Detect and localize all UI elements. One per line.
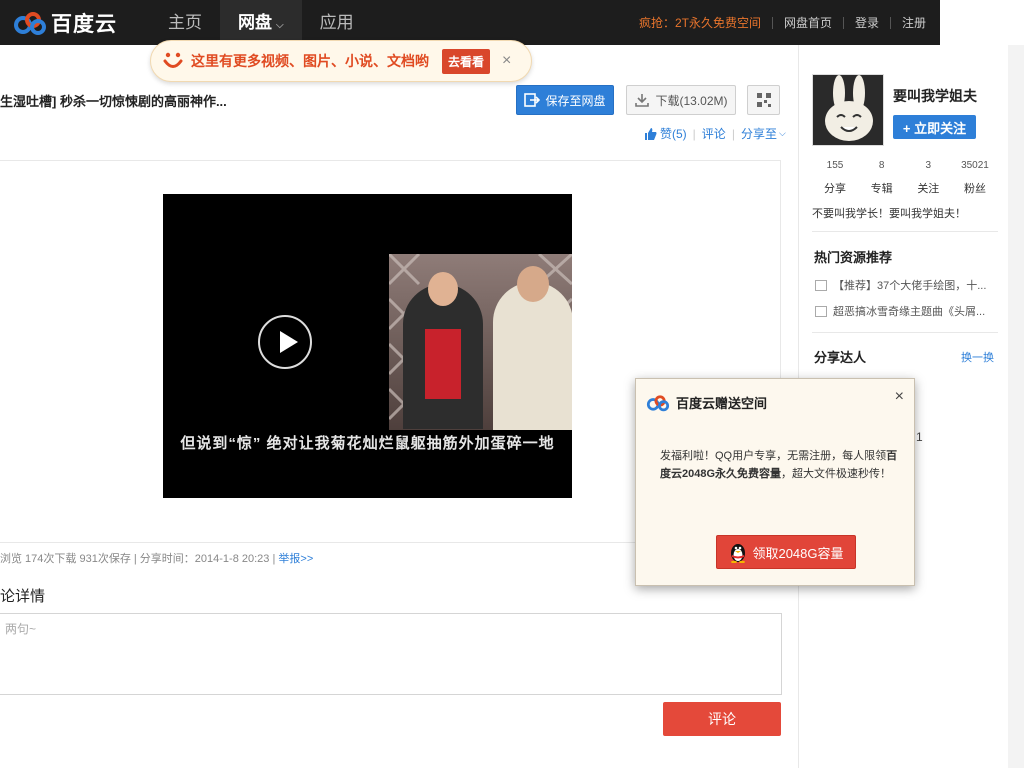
count-albums[interactable]: 8 专辑: [859, 160, 905, 196]
count-label: 关注: [917, 183, 940, 195]
divider: [812, 332, 998, 333]
count-shares[interactable]: 155 分享: [812, 160, 858, 196]
play-icon[interactable]: [258, 315, 312, 369]
like-button[interactable]: 赞(5): [660, 125, 687, 142]
video-person-right: [493, 266, 572, 430]
file-title: 生湿吐槽] 秒杀一切惊悚剧的高丽神作...: [0, 94, 227, 109]
dialog-header: 百度云赠送空间: [646, 393, 767, 412]
divider: [889, 16, 891, 29]
video-player[interactable]: 但说到“惊” 绝对让我菊花灿烂鼠躯抽筋外加蛋碎一地: [163, 194, 572, 498]
tip-bubble: 这里有更多视频、图片、小说、文档哟 去看看 ×: [150, 40, 532, 82]
hot-resource-label: 【推荐】37个大佬手绘图，十...: [833, 280, 987, 292]
dialog-text: ，超大文件极速秒传！: [781, 468, 892, 480]
video-subtitle: 但说到“惊” 绝对让我菊花灿烂鼠躯抽筋外加蛋碎一地: [180, 435, 555, 452]
tip-text: 这里有更多视频、图片、小说、文档哟: [191, 53, 429, 69]
dialog-body: 发福利啦！QQ用户专享，无需注册，每人限领百度云2048G永久免费容量，超大文件…: [660, 447, 900, 483]
count-label: 专辑: [870, 183, 893, 195]
qrcode-button[interactable]: [747, 85, 780, 115]
page-gutter: [1008, 45, 1024, 768]
nav-label: 网盘: [238, 13, 272, 32]
divider: [771, 16, 773, 29]
video-person-left: [403, 272, 483, 429]
submit-comment-button[interactable]: 评论: [663, 702, 781, 736]
count-fans[interactable]: 35021 粉丝: [952, 160, 998, 196]
logo-text: 百度云: [51, 13, 117, 36]
comment-link[interactable]: 评论: [702, 125, 726, 142]
count-number: 155: [826, 160, 844, 171]
smile-icon: [163, 52, 183, 68]
hot-resources-title: 热门资源推荐: [814, 250, 893, 265]
refresh-link[interactable]: 换一换: [961, 349, 994, 365]
document-icon: [815, 305, 827, 317]
claim-label: 领取2048G容量: [752, 545, 844, 561]
cloud-logo-icon: [646, 394, 670, 411]
gift-space-dialog: 百度云赠送空间 × 发福利啦！QQ用户专享，无需注册，每人限领百度云2048G永…: [635, 378, 915, 586]
netdisk-home-link[interactable]: 网盘首页: [784, 14, 832, 31]
file-stats: 浏览 174次下载 931次保存 | 分享时间：2014-1-8 20:23 |…: [0, 550, 313, 566]
divider: [842, 16, 844, 29]
login-link[interactable]: 登录: [855, 14, 879, 31]
go-see-button[interactable]: 去看看: [442, 48, 491, 74]
user-name[interactable]: 要叫我学姐夫: [893, 86, 977, 106]
count-following[interactable]: 3 关注: [905, 160, 951, 196]
baidu-cloud-logo[interactable]: 百度云: [13, 8, 117, 38]
divider: [812, 231, 998, 232]
claim-space-button[interactable]: 领取2048G容量: [716, 535, 856, 569]
hot-resource-label: 超恶搞冰雪奇缘主题曲《头屑...: [833, 306, 986, 318]
divider: |: [692, 126, 696, 141]
dialog-title: 百度云赠送空间: [676, 396, 768, 411]
qrcode-icon: [756, 93, 771, 107]
document-icon: [815, 279, 827, 291]
divider: |: [731, 126, 735, 141]
count-number: 3: [925, 160, 932, 171]
qq-penguin-icon: [731, 544, 746, 563]
follow-button[interactable]: + 立即关注: [893, 115, 976, 139]
nav-label: 主页: [168, 13, 202, 32]
close-icon[interactable]: ×: [895, 388, 904, 406]
top-links: 疯抢：2T永久免费空间 网盘首页 登录 注册: [639, 0, 926, 45]
file-actions: 赞(5) | 评论 | 分享至 ⌵: [644, 125, 786, 142]
user-bio: 不要叫我学长！要叫我学姐夫！: [812, 208, 966, 220]
stats-text: 浏览 174次下载 931次保存 | 分享时间：2014-1-8 20:23 |: [0, 553, 276, 565]
hot-resource-item[interactable]: 超恶搞冰雪奇缘主题曲《头屑...: [815, 303, 995, 319]
partial-count: 1: [916, 430, 923, 444]
count-number: 35021: [961, 160, 989, 171]
download-label: 下载(13.02M): [655, 93, 728, 108]
count-label: 粉丝: [963, 183, 986, 195]
share-experts-title: 分享达人: [814, 350, 867, 365]
download-button[interactable]: 下载(13.02M): [626, 85, 736, 115]
nav-label: 应用: [319, 13, 354, 32]
save-to-netdisk-button[interactable]: 保存至网盘: [516, 85, 614, 115]
promo-link[interactable]: 疯抢：2T永久免费空间: [639, 14, 761, 31]
thumbs-up-icon: [645, 127, 657, 140]
comment-section-title: 论详情: [0, 588, 46, 605]
close-icon[interactable]: ×: [502, 52, 511, 70]
download-icon: [635, 94, 650, 107]
comment-placeholder: 两句~: [5, 622, 37, 636]
report-link[interactable]: 举报>>: [278, 553, 313, 565]
save-label: 保存至网盘: [545, 93, 606, 108]
save-icon: [524, 93, 541, 107]
register-link[interactable]: 注册: [902, 14, 926, 31]
cloud-logo-icon: [14, 12, 46, 35]
share-to-button[interactable]: 分享至: [741, 125, 777, 142]
nav-item-home[interactable]: 主页: [150, 0, 220, 45]
nav-item-netdisk[interactable]: 网盘 ⌵: [220, 0, 302, 45]
count-label: 分享: [824, 183, 846, 195]
count-number: 8: [878, 160, 885, 171]
main-nav: 主页 网盘 ⌵ 应用: [150, 0, 372, 45]
dialog-text: 发福利啦！QQ用户专享，无需注册，每人限领: [660, 450, 887, 462]
rabbit-avatar-icon: [813, 75, 883, 145]
hot-resource-item[interactable]: 【推荐】37个大佬手绘图，十...: [815, 277, 995, 293]
comment-input[interactable]: 两句~: [0, 613, 782, 695]
chevron-down-icon: ⌵: [276, 20, 284, 31]
nav-item-apps[interactable]: 应用: [302, 0, 372, 45]
avatar[interactable]: [812, 74, 884, 146]
chevron-down-icon: ⌵: [778, 128, 786, 138]
top-navbar: 百度云 主页 网盘 ⌵ 应用 疯抢：2T永久免费空间 网盘首页 登录 注册: [0, 0, 940, 45]
user-counts: 155 分享 8 专辑 3 关注 35021 粉丝: [812, 160, 998, 196]
